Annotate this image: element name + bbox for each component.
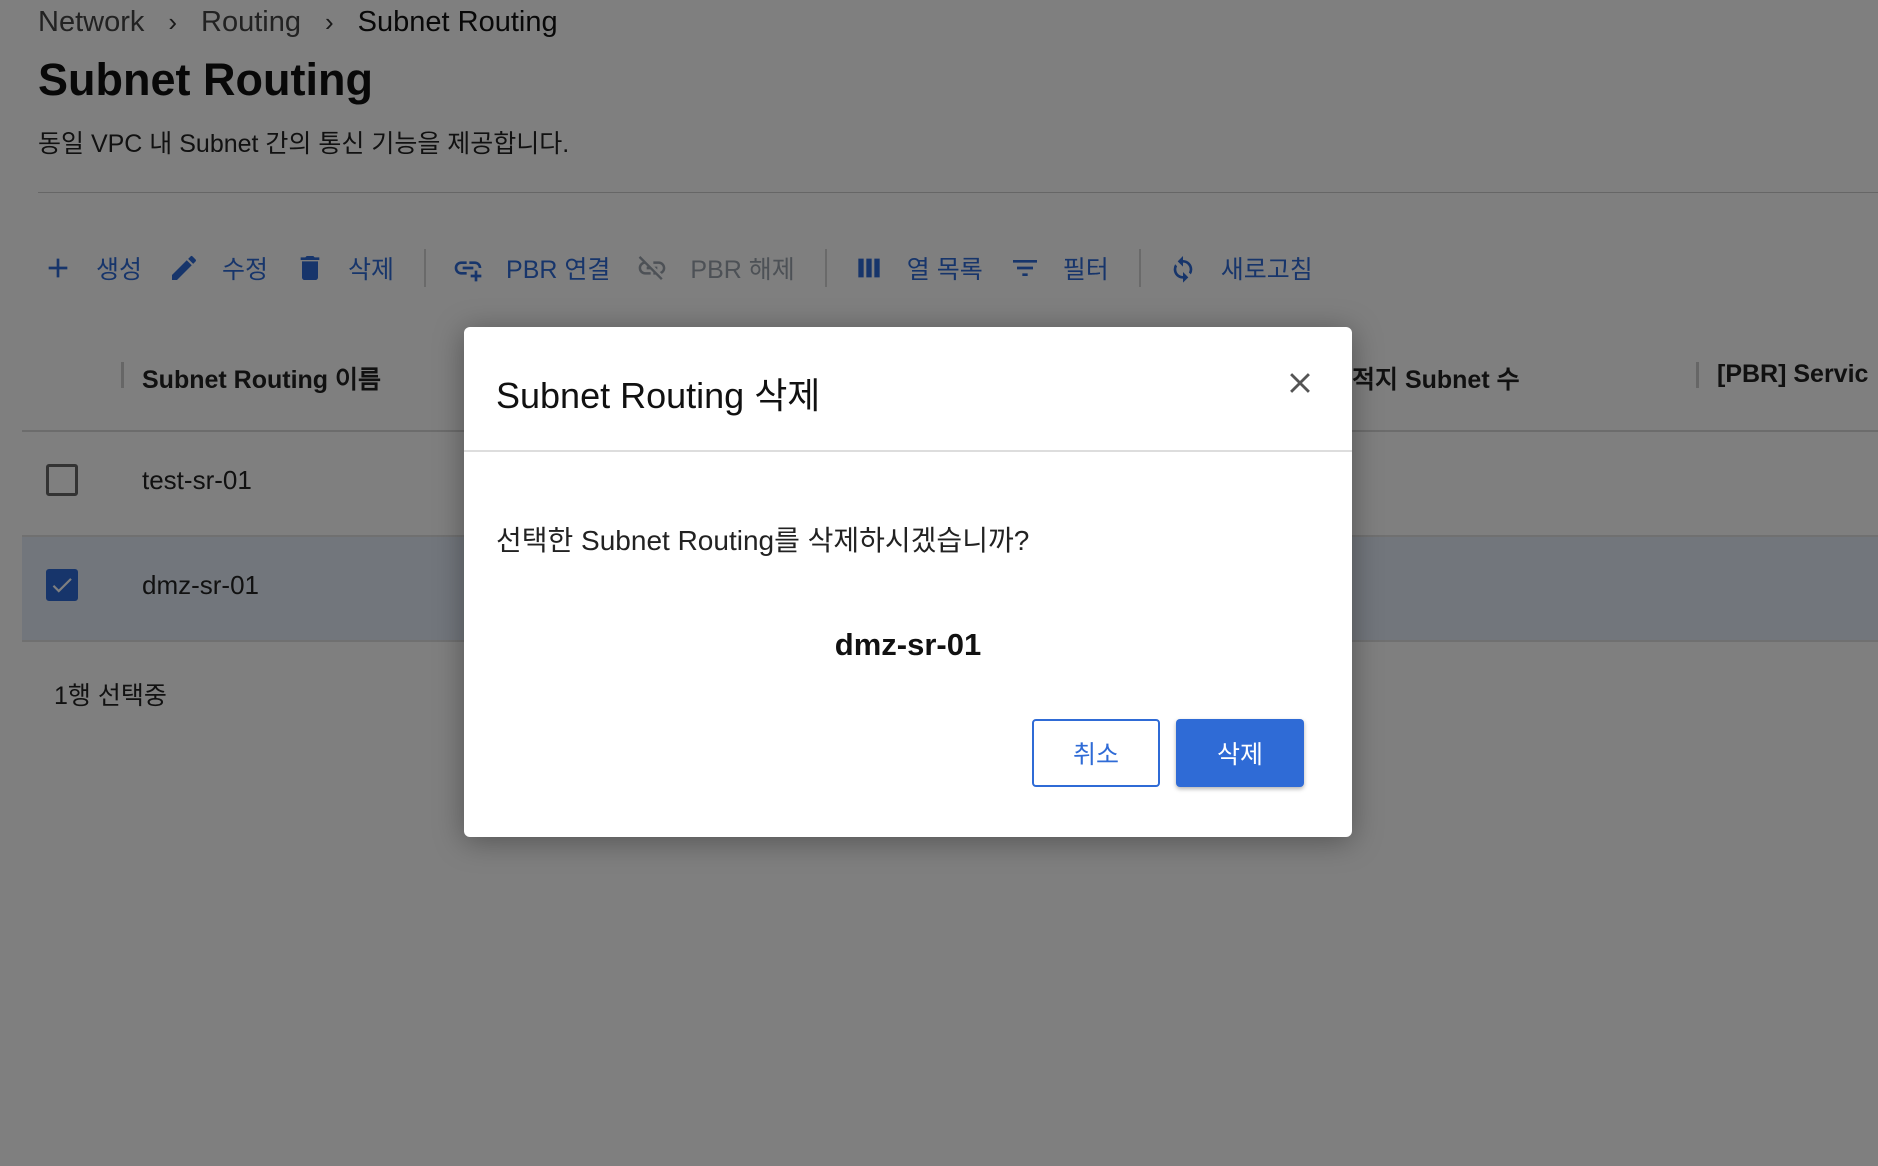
dialog-title: Subnet Routing 삭제: [496, 375, 821, 416]
dialog-message: 선택한 Subnet Routing를 삭제하시겠습니까?: [496, 525, 1030, 556]
dialog-header: Subnet Routing 삭제: [464, 327, 1352, 452]
delete-dialog: Subnet Routing 삭제 선택한 Subnet Routing를 삭제…: [464, 327, 1352, 837]
cancel-button[interactable]: 취소: [1032, 719, 1160, 787]
dialog-target-name: dmz-sr-01: [834, 627, 982, 662]
close-button[interactable]: [1280, 363, 1320, 403]
close-icon: [1290, 373, 1310, 393]
confirm-delete-button[interactable]: 삭제: [1176, 719, 1304, 787]
